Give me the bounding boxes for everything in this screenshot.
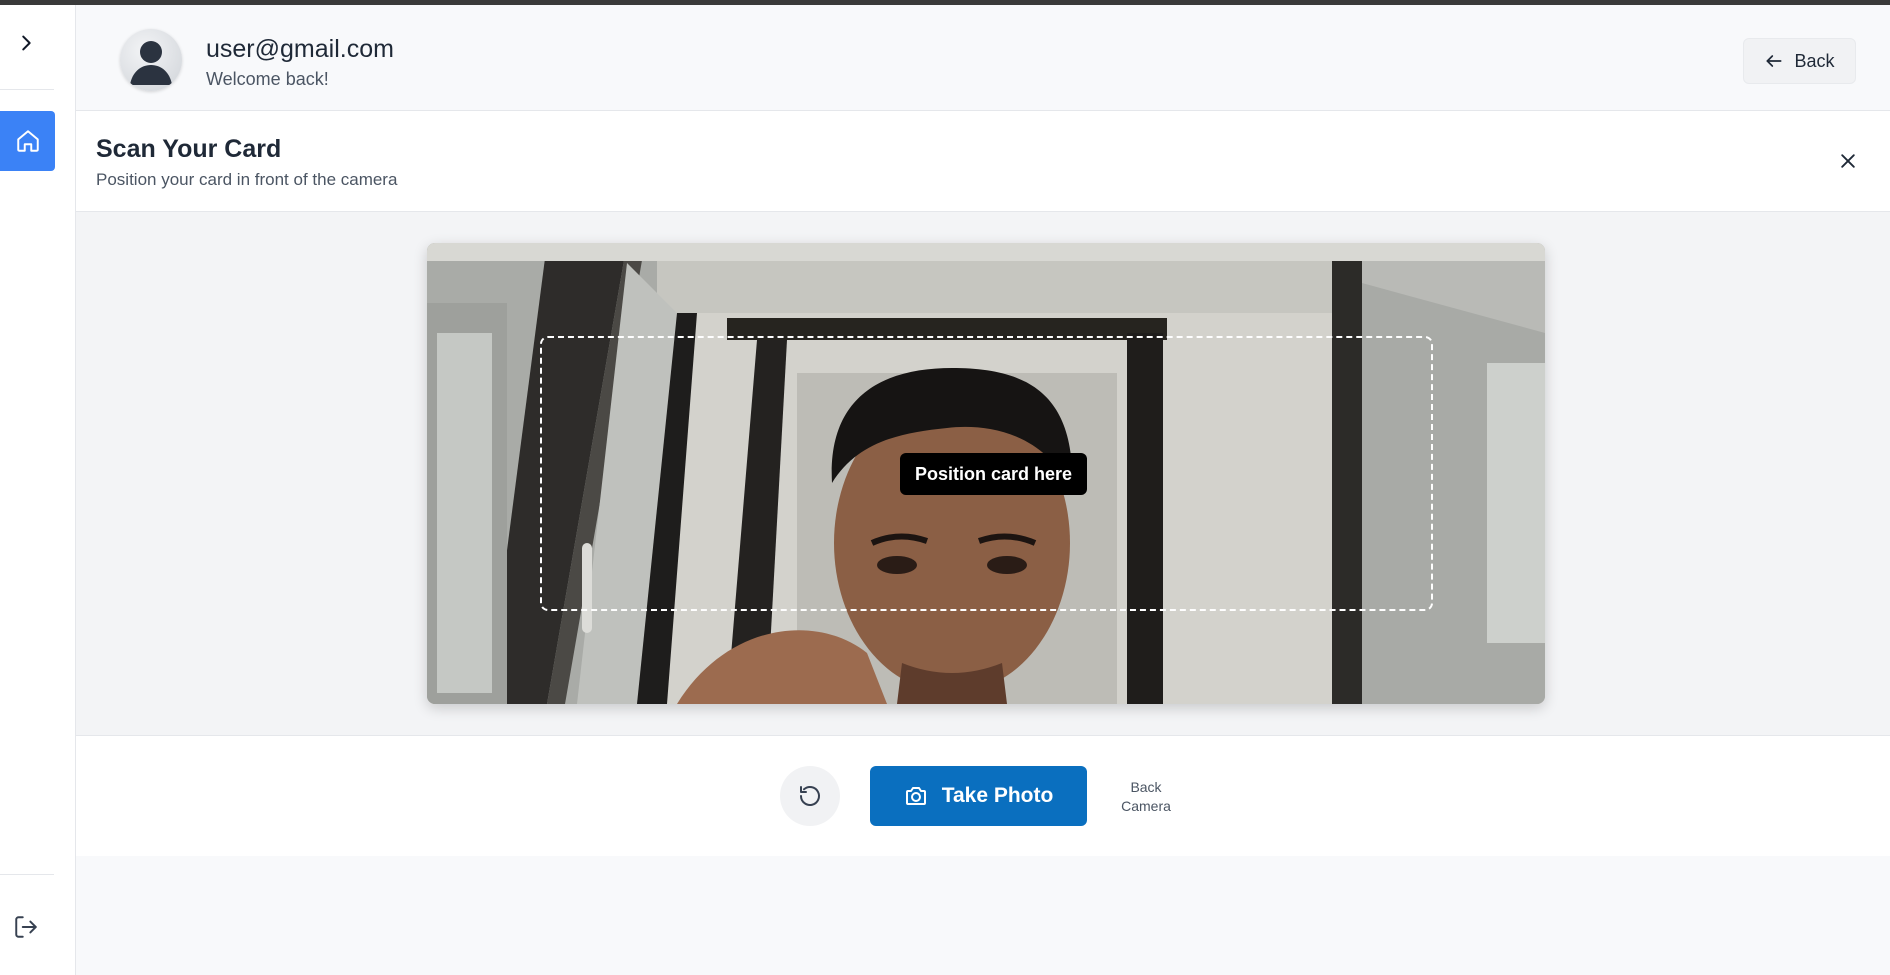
logout-button[interactable]	[10, 911, 42, 943]
close-button[interactable]	[1834, 147, 1862, 175]
scan-guide-label: Position card here	[900, 453, 1088, 495]
user-avatar-icon	[130, 41, 172, 85]
close-icon	[1841, 154, 1855, 168]
sidebar-item-home[interactable]	[0, 111, 55, 171]
avatar[interactable]	[120, 29, 182, 91]
camera-controls: Take Photo Back Camera	[76, 736, 1890, 856]
home-icon	[16, 130, 39, 152]
camera-preview: Position card here	[427, 243, 1545, 704]
page-subtitle: Position your card in front of the camer…	[96, 170, 398, 189]
camera-area: Position card here	[76, 212, 1890, 736]
switch-camera-label-line1: Back	[1130, 779, 1162, 795]
welcome-text: Welcome back!	[206, 69, 329, 89]
scan-panel-header: Scan Your Card Position your card in fro…	[76, 111, 1890, 212]
user-email: user@gmail.com	[206, 35, 394, 63]
arrow-left-icon	[1766, 55, 1782, 67]
back-button[interactable]: Back	[1743, 38, 1856, 84]
rotate-ccw-icon	[800, 786, 820, 806]
retake-button[interactable]	[780, 766, 840, 826]
sidebar-divider	[0, 874, 54, 875]
chevron-right-icon	[22, 35, 31, 51]
switch-camera-button[interactable]: Back Camera	[1106, 778, 1186, 816]
page-title: Scan Your Card	[96, 135, 282, 163]
back-button-label: Back	[1794, 50, 1835, 71]
sidebar	[0, 5, 76, 975]
take-photo-button[interactable]: Take Photo	[870, 766, 1087, 826]
sidebar-divider	[0, 89, 54, 90]
camera-icon	[905, 787, 926, 805]
take-photo-label: Take Photo	[941, 784, 1054, 807]
switch-camera-label-line2: Camera	[1121, 798, 1171, 814]
logout-icon	[15, 916, 37, 938]
page-header: user@gmail.com Welcome back! Back	[76, 5, 1890, 111]
sidebar-toggle-button[interactable]	[10, 27, 42, 59]
